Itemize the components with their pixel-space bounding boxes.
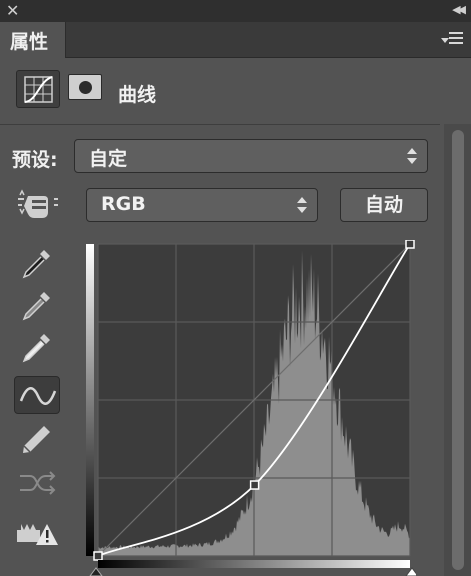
white-point-eyedropper-icon[interactable] bbox=[14, 328, 60, 366]
curves-adjustment-icon[interactable] bbox=[16, 70, 60, 108]
panel-menu-icon[interactable] bbox=[441, 32, 463, 48]
preset-select-value: 自定 bbox=[89, 148, 128, 170]
tab-properties-label: 属性 bbox=[10, 31, 49, 53]
input-gradient-bar bbox=[98, 560, 410, 568]
curve-edit-points-icon[interactable] bbox=[14, 376, 60, 414]
gray-point-eyedropper-icon[interactable] bbox=[14, 286, 60, 324]
preset-label: 预设: bbox=[12, 149, 58, 171]
panel-top-bar: ✕ ◀◀ bbox=[0, 0, 471, 22]
tab-properties[interactable]: 属性 bbox=[0, 22, 66, 58]
white-input-slider[interactable] bbox=[405, 567, 416, 576]
channel-select[interactable]: RGB bbox=[86, 188, 318, 222]
smooth-curve-icon[interactable] bbox=[14, 464, 60, 502]
preset-select[interactable]: 自定 bbox=[74, 139, 428, 173]
adjustment-title: 曲线 bbox=[118, 84, 157, 106]
curve-control-point[interactable] bbox=[93, 551, 103, 561]
double-chevron-left-icon[interactable]: ◀◀ bbox=[452, 3, 466, 16]
channel-select-value: RGB bbox=[101, 193, 146, 215]
black-point-eyedropper-icon[interactable] bbox=[14, 244, 60, 282]
panel-tab-bar: 属性 bbox=[0, 22, 471, 58]
select-arrows-icon bbox=[297, 197, 307, 213]
clipping-warning-icon[interactable] bbox=[14, 512, 60, 550]
layer-mask-icon[interactable] bbox=[68, 74, 102, 100]
auto-button[interactable]: 自动 bbox=[340, 188, 428, 222]
scrollbar-thumb[interactable] bbox=[452, 130, 464, 570]
header-divider bbox=[0, 124, 440, 125]
curves-graph[interactable] bbox=[86, 240, 416, 576]
pencil-draw-icon[interactable] bbox=[14, 420, 60, 458]
curves-graph-canvas[interactable] bbox=[86, 240, 416, 576]
curve-control-point[interactable] bbox=[249, 480, 260, 490]
curve-control-point[interactable] bbox=[405, 240, 415, 249]
select-arrows-icon bbox=[407, 148, 417, 164]
output-gradient-bar bbox=[86, 244, 94, 556]
close-icon[interactable]: ✕ bbox=[6, 2, 19, 20]
black-input-slider[interactable] bbox=[89, 567, 103, 576]
on-image-adjust-hand-icon[interactable] bbox=[14, 186, 60, 224]
panel-scrollbar[interactable] bbox=[444, 124, 471, 576]
